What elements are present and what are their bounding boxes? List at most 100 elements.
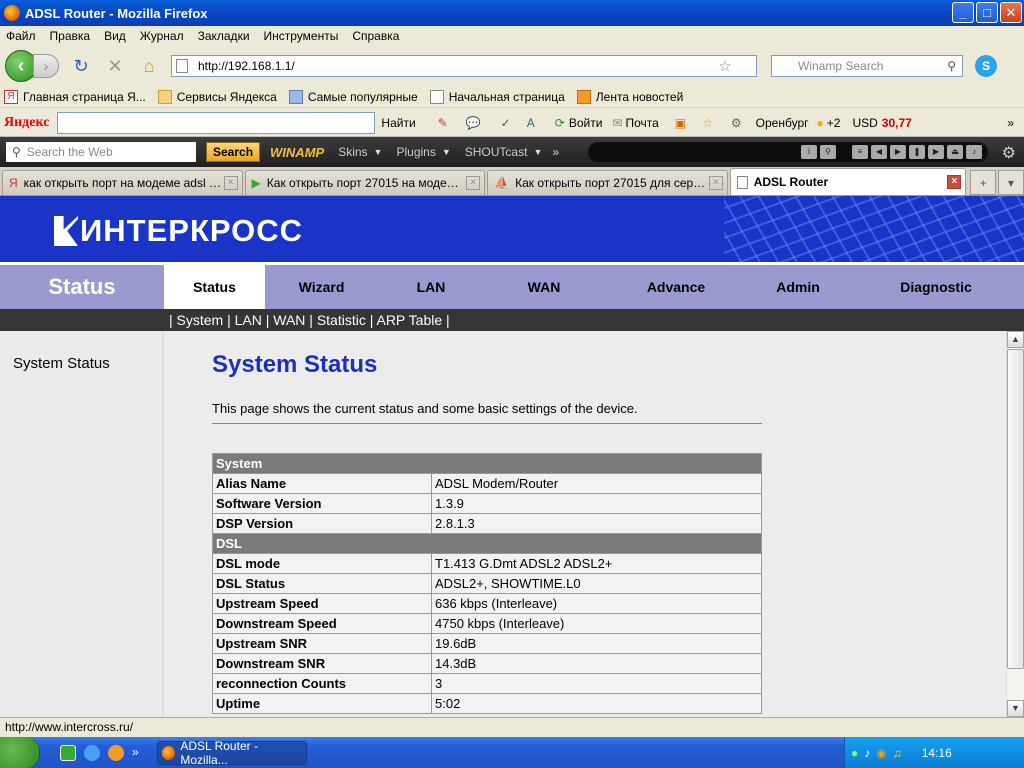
sidebar-item-system-status[interactable]: System Status [13,355,110,372]
tab-2[interactable]: ▶ Как открыть порт 27015 на модеме... × [244,170,486,195]
yandex-logo[interactable]: Яндекс [4,115,49,131]
network-icon[interactable]: ● [851,746,858,760]
translate-icon[interactable]: A [527,116,535,130]
nav-wizard[interactable]: Wizard [265,279,378,295]
nav-advance[interactable]: Advance [604,279,748,295]
address-url[interactable]: http://192.168.1.1/ [198,59,719,73]
address-bar[interactable]: http://192.168.1.1/ ☆ [171,55,757,77]
maximize-button[interactable]: □ [976,2,998,23]
pencil-icon[interactable]: ✎ [438,116,448,130]
row-key: Uptime [212,693,432,714]
vertical-scrollbar[interactable]: ▲ ▼ [1006,331,1024,717]
yandex-find-button[interactable]: Найти [381,116,415,130]
volume-icon[interactable]: ♪ [966,145,982,159]
scroll-down-arrow-icon[interactable]: ▼ [1007,700,1024,717]
taskbar-item-firefox[interactable]: ADSL Router - Mozilla... [156,739,307,767]
tab-3[interactable]: ⛵ Как открыть порт 27015 для серве... × [487,170,728,195]
winamp-search-button[interactable]: Search [206,142,261,162]
router-sub-nav[interactable]: | System | LAN | WAN | Statistic | ARP T… [0,309,1024,331]
market-icon[interactable]: ▣ [675,116,686,130]
tab-close-icon[interactable]: × [223,176,238,190]
winamp-skins-link[interactable]: Skins [338,145,367,159]
search-input[interactable]: Winamp Search ⚲ [771,55,963,77]
stop-icon[interactable]: ✕ [103,54,127,78]
menu-file[interactable]: Файл [6,29,36,43]
page-icon [736,175,748,189]
next-icon[interactable]: ▶ [928,145,944,159]
antivirus-icon[interactable]: ◉ [876,746,886,760]
speech-icon[interactable]: 💬 [466,116,481,130]
row-key: Software Version [212,493,432,514]
winamp-shoutcast-link[interactable]: SHOUTcast [465,145,528,159]
bookmark-most-popular[interactable]: Самые популярные [288,89,418,104]
info-icon[interactable]: i [801,145,817,159]
play-icon[interactable]: ▶ [890,145,906,159]
menu-edit[interactable]: Правка [50,29,91,43]
scroll-up-arrow-icon[interactable]: ▲ [1007,331,1024,348]
reload-icon[interactable]: ↻ [69,54,93,78]
intercross-logo[interactable]: ИНТЕРКРОСС [54,213,303,249]
settings-icon[interactable]: ⚙ [731,116,742,130]
nav-diagnostic[interactable]: Diagnostic [848,279,1024,295]
nav-wan[interactable]: WAN [484,279,604,295]
favorites-icon[interactable]: ☆ [702,116,713,130]
tab-close-icon[interactable]: × [947,175,962,189]
nav-status[interactable]: Status [164,265,265,309]
nav-lan[interactable]: LAN [378,279,484,295]
winamp-plugins-link[interactable]: Plugins [396,145,435,159]
volume-icon[interactable]: ♪ [864,746,870,760]
menu-view[interactable]: Вид [104,29,126,43]
bookmark-star-icon[interactable]: ☆ [719,57,732,75]
eject-icon[interactable]: ⏏ [947,145,963,159]
winamp-tray-icon[interactable]: ♫ [893,746,902,760]
currency-rate[interactable]: 30,77 [882,116,912,130]
menu-tools[interactable]: Инструменты [264,29,339,43]
menu-history[interactable]: Журнал [140,29,184,43]
menu-help[interactable]: Справка [352,29,399,43]
city-label[interactable]: Оренбург [756,116,809,130]
new-tab-button[interactable]: + [970,170,997,195]
bookmark-yandex-services[interactable]: Сервисы Яндекса [157,89,277,104]
login-link[interactable]: Войти [569,116,603,130]
mail-link[interactable]: Почта [625,116,658,130]
tab-strip: Якак открыть порт на модеме adsl —... × ▶… [0,167,1024,196]
winamp-search-input[interactable]: ⚲ Search the Web [6,142,196,162]
home-icon[interactable]: ⌂ [137,54,161,78]
weather-value[interactable]: +2 [827,116,841,130]
search-icon[interactable]: ⚲ [820,145,836,159]
tab-close-icon[interactable]: × [466,176,481,190]
yandex-input[interactable] [57,111,376,134]
close-window-button[interactable]: ✕ [1000,2,1022,23]
table-row: Downstream Speed 4750 kbps (Interleave) [212,613,762,634]
chevron-more-icon[interactable]: » [1007,116,1014,130]
skype-icon[interactable]: S [975,55,997,77]
winamp-logo[interactable]: WINAMP [270,145,324,160]
bookmark-news-feed[interactable]: Лента новостей [576,89,684,104]
tab-1[interactable]: Якак открыть порт на модеме adsl —... × [2,170,243,195]
winamp-icon[interactable] [108,744,124,761]
search-icon[interactable]: ⚲ [947,59,956,73]
chevron-more-icon[interactable]: » [552,145,559,159]
tab-list-button[interactable]: ▾ [998,170,1024,195]
forward-button[interactable]: › [33,54,59,78]
bookmark-start-page[interactable]: Начальная страница [429,89,565,104]
internet-explorer-icon[interactable] [84,744,100,761]
minimize-button[interactable]: _ [952,2,974,23]
bookmark-yandex-home[interactable]: Я Главная страница Я... [4,89,146,104]
desktop-icon[interactable] [60,744,76,761]
tab-4-active[interactable]: ADSL Router × [729,168,967,195]
previous-icon[interactable]: ◀ [871,145,887,159]
pause-icon[interactable]: ❚ [909,145,925,159]
chevron-more-icon[interactable]: » [132,745,139,761]
tab-close-icon[interactable]: × [708,176,723,190]
menu-bookmarks[interactable]: Закладки [198,29,250,43]
bookmark-label: Лента новостей [595,89,684,104]
currency-label[interactable]: USD [852,116,877,130]
start-button[interactable] [0,737,40,768]
menu-icon[interactable]: ≡ [852,145,868,159]
gear-icon[interactable]: ⚙ [1002,143,1016,163]
spellcheck-icon[interactable]: ✓ [501,116,511,130]
nav-admin[interactable]: Admin [748,279,848,295]
section-title: System [212,453,762,474]
scrollbar-thumb[interactable] [1007,349,1024,669]
